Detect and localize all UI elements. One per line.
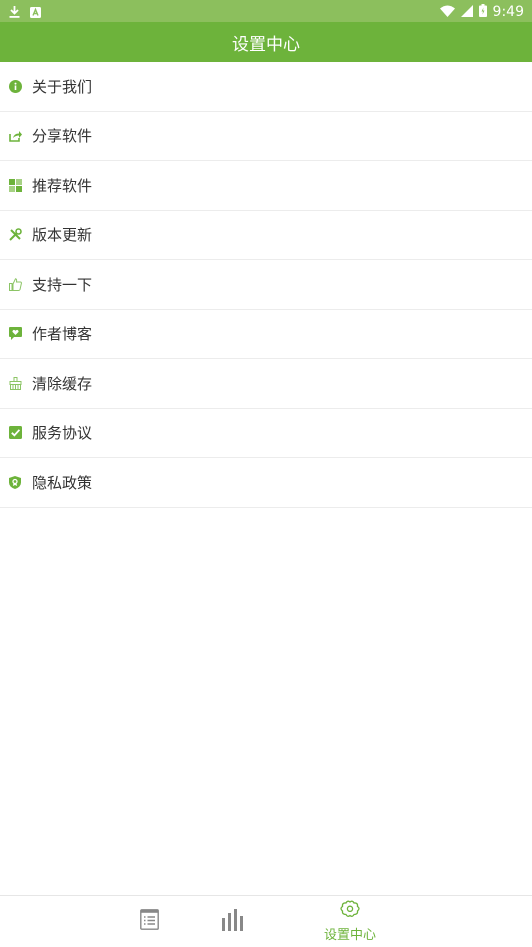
shield-icon (8, 475, 22, 489)
menu-item-label: 分享软件 (32, 127, 93, 146)
menu-item-label: 支持一下 (32, 275, 93, 294)
menu-item-recommend[interactable]: 推荐软件 (0, 161, 532, 211)
notification-a-icon (30, 3, 41, 22)
menu-item-label: 清除缓存 (32, 374, 93, 393)
menu-item-label: 服务协议 (32, 424, 93, 443)
thumbs-up-icon (8, 277, 22, 291)
menu-item-label: 隐私政策 (32, 473, 93, 492)
tools-icon (8, 228, 22, 242)
settings-menu: 关于我们 分享软件 推荐软件 版本更新 支持一下 作者博客 清除缓存 服务协议 … (0, 62, 532, 508)
menu-item-update[interactable]: 版本更新 (0, 211, 532, 260)
flower-settings-icon (339, 900, 361, 924)
status-bar: 9:49 (0, 0, 532, 22)
title-bar: 设置中心 (0, 22, 532, 62)
wifi-icon (439, 2, 455, 21)
nav-label-settings: 设置中心 (323, 928, 376, 943)
menu-item-about[interactable]: 关于我们 (0, 62, 532, 112)
menu-item-blog[interactable]: 作者博客 (0, 310, 532, 359)
share-icon (8, 129, 22, 143)
menu-item-share[interactable]: 分享软件 (0, 112, 532, 161)
broom-icon (8, 376, 22, 390)
nav-item-settings[interactable]: 设置中心 (318, 896, 382, 947)
menu-item-support[interactable]: 支持一下 (0, 260, 532, 310)
menu-item-label: 推荐软件 (32, 176, 93, 195)
signal-icon (460, 2, 473, 21)
menu-item-service-agreement[interactable]: 服务协议 (0, 409, 532, 458)
menu-item-clear-cache[interactable]: 清除缓存 (0, 359, 532, 409)
nav-item-stats[interactable] (219, 896, 247, 947)
bar-chart-icon (221, 908, 245, 935)
download-icon (9, 3, 20, 22)
page-title: 设置中心 (232, 34, 300, 55)
apps-icon (8, 178, 22, 192)
nav-item-list[interactable] (137, 896, 161, 947)
battery-icon (478, 2, 487, 21)
list-icon (139, 909, 159, 934)
menu-item-label: 版本更新 (32, 226, 93, 245)
menu-item-label: 关于我们 (32, 77, 93, 96)
bottom-nav: 设置中心 (0, 895, 532, 947)
heart-message-icon (8, 327, 22, 341)
checkbox-icon (8, 426, 22, 440)
menu-item-privacy-policy[interactable]: 隐私政策 (0, 458, 532, 508)
info-icon (8, 79, 22, 93)
status-time: 9:49 (492, 3, 524, 20)
menu-item-label: 作者博客 (32, 325, 93, 344)
